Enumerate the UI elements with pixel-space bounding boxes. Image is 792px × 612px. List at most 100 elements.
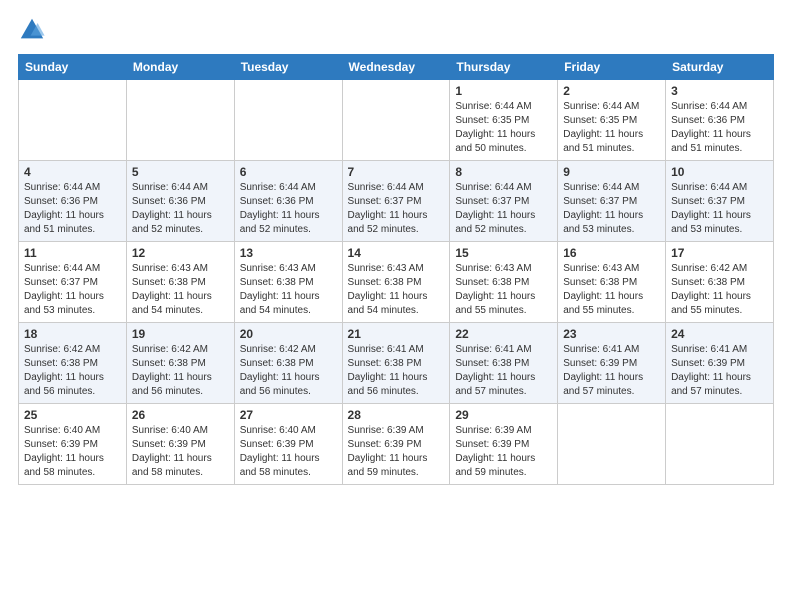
day-number: 15 <box>455 246 552 260</box>
weekday-tuesday: Tuesday <box>234 55 342 80</box>
day-cell: 10 Sunrise: 6:44 AMSunset: 6:37 PMDayligh… <box>666 161 774 242</box>
header <box>18 16 774 44</box>
day-info: Sunrise: 6:41 AMSunset: 6:39 PMDaylight:… <box>563 343 660 399</box>
weekday-saturday: Saturday <box>666 55 774 80</box>
day-cell: 14 Sunrise: 6:43 AMSunset: 6:38 PMDayligh… <box>342 242 450 323</box>
week-row-2: 4 Sunrise: 6:44 AMSunset: 6:36 PMDaylight… <box>19 161 774 242</box>
day-info: Sunrise: 6:43 AMSunset: 6:38 PMDaylight:… <box>563 262 660 318</box>
day-number: 11 <box>24 246 121 260</box>
day-number: 24 <box>671 327 768 341</box>
day-cell: 29 Sunrise: 6:39 AMSunset: 6:39 PMDayligh… <box>450 404 558 485</box>
weekday-sunday: Sunday <box>19 55 127 80</box>
page: SundayMondayTuesdayWednesdayThursdayFrid… <box>0 0 792 612</box>
day-cell: 1Sunrise: 6:44 AMSunset: 6:35 PMDaylight… <box>450 80 558 161</box>
week-row-1: 1 Sunrise: 6:44 AMSunset: 6:35 PMDaylight… <box>19 80 774 161</box>
day-number: 19 <box>132 327 229 341</box>
day-info: Sunrise: 6:44 AMSunset: 6:37 PMDaylight:… <box>563 181 660 237</box>
day-info: Sunrise: 6:41 AMSunset: 6:38 PMDaylight:… <box>348 343 445 399</box>
day-cell: 22 Sunrise: 6:41 AMSunset: 6:38 PMDayligh… <box>450 323 558 404</box>
day-cell: 23Sunrise: 6:41 AMSunset: 6:39 PMDayligh… <box>558 323 666 404</box>
day-cell <box>558 404 666 485</box>
day-cell <box>342 80 450 161</box>
day-number: 17 <box>671 246 768 260</box>
day-number: 12 <box>132 246 229 260</box>
day-cell: 2 Sunrise: 6:44 AMSunset: 6:35 PMDaylight… <box>558 80 666 161</box>
day-info: Sunrise: 6:42 AMSunset: 6:38 PMDaylight:… <box>240 343 337 399</box>
day-cell: 16Sunrise: 6:43 AMSunset: 6:38 PMDayligh… <box>558 242 666 323</box>
week-row-3: 11 Sunrise: 6:44 AMSunset: 6:37 PMDayligh… <box>19 242 774 323</box>
day-cell: 26 Sunrise: 6:40 AMSunset: 6:39 PMDayligh… <box>126 404 234 485</box>
weekday-thursday: Thursday <box>450 55 558 80</box>
day-cell: 28 Sunrise: 6:39 AMSunset: 6:39 PMDayligh… <box>342 404 450 485</box>
day-number: 28 <box>348 408 445 422</box>
day-info: Sunrise: 6:43 AMSunset: 6:38 PMDaylight:… <box>455 262 552 318</box>
day-info: Sunrise: 6:44 AMSunset: 6:36 PMDaylight:… <box>24 181 121 237</box>
logo-icon <box>18 16 46 44</box>
day-info: Sunrise: 6:43 AMSunset: 6:38 PMDaylight:… <box>132 262 229 318</box>
logo <box>18 16 50 44</box>
day-info: Sunrise: 6:44 AMSunset: 6:35 PMDaylight:… <box>563 100 660 156</box>
day-info: Sunrise: 6:40 AMSunset: 6:39 PMDaylight:… <box>240 424 337 480</box>
day-cell: 24 Sunrise: 6:41 AMSunset: 6:39 PMDayligh… <box>666 323 774 404</box>
day-cell: 18 Sunrise: 6:42 AMSunset: 6:38 PMDayligh… <box>19 323 127 404</box>
day-cell: 9 Sunrise: 6:44 AMSunset: 6:37 PMDaylight… <box>558 161 666 242</box>
day-info: Sunrise: 6:42 AMSunset: 6:38 PMDaylight:… <box>132 343 229 399</box>
week-row-5: 25 Sunrise: 6:40 AMSunset: 6:39 PMDayligh… <box>19 404 774 485</box>
day-cell: 15 Sunrise: 6:43 AMSunset: 6:38 PMDayligh… <box>450 242 558 323</box>
day-info: Sunrise: 6:40 AMSunset: 6:39 PMDaylight:… <box>24 424 121 480</box>
calendar-table: SundayMondayTuesdayWednesdayThursdayFrid… <box>18 54 774 485</box>
day-cell: 25 Sunrise: 6:40 AMSunset: 6:39 PMDayligh… <box>19 404 127 485</box>
day-cell: 17 Sunrise: 6:42 AMSunset: 6:38 PMDayligh… <box>666 242 774 323</box>
day-info: Sunrise: 6:43 AMSunset: 6:38 PMDaylight:… <box>240 262 337 318</box>
day-number: 29 <box>455 408 552 422</box>
day-cell: 19 Sunrise: 6:42 AMSunset: 6:38 PMDayligh… <box>126 323 234 404</box>
day-info: Sunrise: 6:40 AMSunset: 6:39 PMDaylight:… <box>132 424 229 480</box>
day-info: Sunrise: 6:39 AMSunset: 6:39 PMDaylight:… <box>348 424 445 480</box>
day-number: 14 <box>348 246 445 260</box>
day-number: 13 <box>240 246 337 260</box>
day-info: Sunrise: 6:44 AMSunset: 6:37 PMDaylight:… <box>348 181 445 237</box>
day-number: 1 <box>455 84 552 98</box>
day-number: 21 <box>348 327 445 341</box>
day-cell: 20 Sunrise: 6:42 AMSunset: 6:38 PMDayligh… <box>234 323 342 404</box>
weekday-header-row: SundayMondayTuesdayWednesdayThursdayFrid… <box>19 55 774 80</box>
day-cell: 8Sunrise: 6:44 AMSunset: 6:37 PMDaylight… <box>450 161 558 242</box>
day-info: Sunrise: 6:42 AMSunset: 6:38 PMDaylight:… <box>671 262 768 318</box>
day-cell: 13 Sunrise: 6:43 AMSunset: 6:38 PMDayligh… <box>234 242 342 323</box>
day-cell: 4 Sunrise: 6:44 AMSunset: 6:36 PMDaylight… <box>19 161 127 242</box>
day-cell <box>666 404 774 485</box>
day-info: Sunrise: 6:44 AMSunset: 6:37 PMDaylight:… <box>671 181 768 237</box>
day-cell <box>19 80 127 161</box>
day-info: Sunrise: 6:39 AMSunset: 6:39 PMDaylight:… <box>455 424 552 480</box>
week-row-4: 18 Sunrise: 6:42 AMSunset: 6:38 PMDayligh… <box>19 323 774 404</box>
day-info: Sunrise: 6:44 AMSunset: 6:36 PMDaylight:… <box>240 181 337 237</box>
day-number: 10 <box>671 165 768 179</box>
day-number: 27 <box>240 408 337 422</box>
day-number: 5 <box>132 165 229 179</box>
day-number: 9 <box>563 165 660 179</box>
weekday-friday: Friday <box>558 55 666 80</box>
day-info: Sunrise: 6:43 AMSunset: 6:38 PMDaylight:… <box>348 262 445 318</box>
day-number: 6 <box>240 165 337 179</box>
day-number: 7 <box>348 165 445 179</box>
day-info: Sunrise: 6:41 AMSunset: 6:39 PMDaylight:… <box>671 343 768 399</box>
day-number: 25 <box>24 408 121 422</box>
day-cell: 6 Sunrise: 6:44 AMSunset: 6:36 PMDaylight… <box>234 161 342 242</box>
day-cell: 11 Sunrise: 6:44 AMSunset: 6:37 PMDayligh… <box>19 242 127 323</box>
day-cell: 3Sunrise: 6:44 AMSunset: 6:36 PMDaylight… <box>666 80 774 161</box>
day-cell <box>234 80 342 161</box>
day-cell: 5Sunrise: 6:44 AMSunset: 6:36 PMDaylight… <box>126 161 234 242</box>
day-number: 20 <box>240 327 337 341</box>
weekday-monday: Monday <box>126 55 234 80</box>
day-info: Sunrise: 6:41 AMSunset: 6:38 PMDaylight:… <box>455 343 552 399</box>
day-number: 18 <box>24 327 121 341</box>
day-number: 22 <box>455 327 552 341</box>
day-cell: 21 Sunrise: 6:41 AMSunset: 6:38 PMDayligh… <box>342 323 450 404</box>
day-info: Sunrise: 6:44 AMSunset: 6:37 PMDaylight:… <box>24 262 121 318</box>
day-number: 2 <box>563 84 660 98</box>
day-number: 26 <box>132 408 229 422</box>
day-number: 3 <box>671 84 768 98</box>
day-number: 4 <box>24 165 121 179</box>
day-cell: 27 Sunrise: 6:40 AMSunset: 6:39 PMDayligh… <box>234 404 342 485</box>
day-info: Sunrise: 6:42 AMSunset: 6:38 PMDaylight:… <box>24 343 121 399</box>
